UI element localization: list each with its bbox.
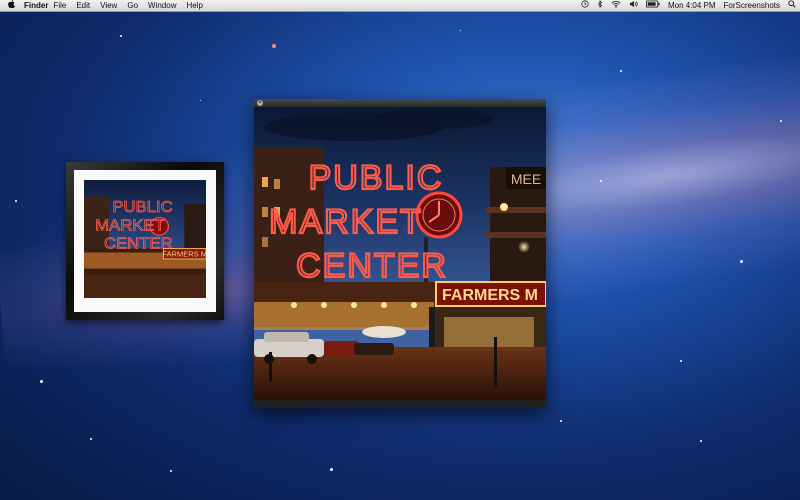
menu-help[interactable]: Help <box>186 0 202 11</box>
sign-text-market: MARKET <box>269 203 423 241</box>
sign-text-center: CENTER <box>296 247 448 285</box>
photo-thumbnail[interactable]: PUBLIC MARKET CENTER FARMERS M <box>84 180 206 298</box>
close-icon[interactable]: × <box>257 100 263 106</box>
status-area: Mon 4:04 PM ForScreenshots <box>577 0 800 11</box>
volume-icon[interactable] <box>629 0 638 11</box>
time-machine-icon[interactable] <box>581 0 589 11</box>
menu-go[interactable]: Go <box>127 0 138 11</box>
battery-icon[interactable] <box>645 0 660 11</box>
sign-text-1-small: PUBLIC <box>112 198 172 216</box>
menu-edit[interactable]: Edit <box>76 0 90 11</box>
sign-text-2-small: MARKET <box>95 217 165 235</box>
menu-file[interactable]: File <box>53 0 66 11</box>
bluetooth-icon[interactable] <box>597 0 603 11</box>
viewer-titlebar[interactable]: × <box>254 99 546 107</box>
wifi-icon[interactable] <box>611 0 621 11</box>
photo-display: MEE PUBLIC MARKET CENTER FARMERS M <box>254 107 546 400</box>
photo-frame-widget[interactable]: PUBLIC MARKET CENTER FARMERS M <box>66 162 224 320</box>
menu-user[interactable]: ForScreenshots <box>724 0 780 11</box>
menu-bar: Finder File Edit View Go Window Help Mon… <box>0 0 800 12</box>
top-right-sign: MEE <box>511 171 541 187</box>
farmers-sign-small: FARMERS M <box>162 250 206 259</box>
menu-window[interactable]: Window <box>148 0 176 11</box>
photo-frame-mat: PUBLIC MARKET CENTER FARMERS M <box>74 170 216 312</box>
menu-view[interactable]: View <box>100 0 117 11</box>
farmers-sign: FARMERS M <box>442 287 538 304</box>
spotlight-icon[interactable] <box>788 0 796 11</box>
menu-app-name[interactable]: Finder <box>24 0 48 11</box>
market-photo-small: PUBLIC MARKET CENTER FARMERS M <box>84 180 206 298</box>
image-viewer-window[interactable]: × MEE PUBLIC MARKET CENTER FARMERS M <box>254 99 546 408</box>
sign-text-public: PUBLIC <box>309 159 444 197</box>
menu-clock[interactable]: Mon 4:04 PM <box>668 0 716 11</box>
apple-icon[interactable] <box>4 0 18 11</box>
market-photo: MEE PUBLIC MARKET CENTER FARMERS M <box>254 107 546 400</box>
viewer-bottom-bar <box>254 400 546 408</box>
